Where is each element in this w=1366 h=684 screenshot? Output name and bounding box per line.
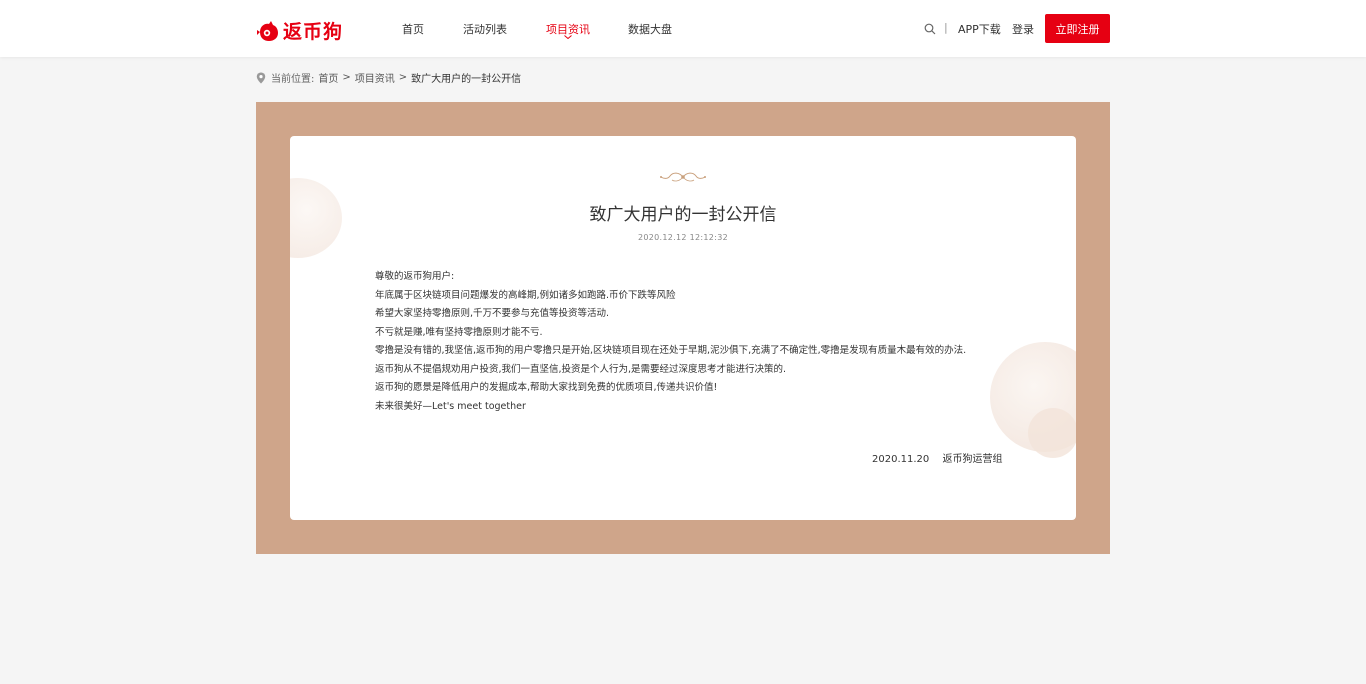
top-header: 返币狗 首页 活动列表 项目资讯 数据大盘 | APP下载 登录 立即注册 — [0, 0, 1366, 57]
article-paragraph: 不亏就是赚,唯有坚持零撸原则才能不亏. — [375, 326, 543, 338]
letter-card: 致广大用户的一封公开信 2020.12.12 12:12:32 尊敬的返币狗用户… — [290, 136, 1076, 520]
register-button[interactable]: 立即注册 — [1045, 14, 1110, 43]
article-paragraph: 尊敬的返币狗用户: — [375, 271, 455, 282]
breadcrumb-separator: > — [342, 72, 351, 83]
app-download-link[interactable]: APP下载 — [958, 21, 1001, 37]
nav-item-data-dashboard[interactable]: 数据大盘 — [628, 21, 672, 37]
nav-item-activities[interactable]: 活动列表 — [463, 21, 507, 37]
article-paragraph: 希望大家坚持零撸原则,千万不要参与充值等投资等活动. — [375, 308, 610, 319]
breadcrumb-home[interactable]: 首页 — [318, 70, 338, 85]
header-separator: | — [944, 21, 948, 34]
brand-logo[interactable]: 返币狗 — [256, 17, 343, 44]
nav-item-project-news[interactable]: 项目资讯 — [546, 21, 590, 39]
login-link[interactable]: 登录 — [1012, 21, 1034, 37]
breadcrumb-project-news[interactable]: 项目资讯 — [355, 70, 395, 85]
article-paragraph: 未来很美好—Let's meet together — [375, 400, 526, 412]
decorative-circle-right-small — [1028, 408, 1076, 458]
signature-date: 2020.11.20 — [872, 454, 930, 465]
flourish-ornament-icon — [660, 172, 706, 182]
search-icon[interactable] — [924, 23, 936, 35]
article-signature: 2020.11.20 返币狗运营组 — [872, 450, 1002, 465]
article-title: 致广大用户的一封公开信 — [589, 205, 777, 225]
breadcrumb-prefix: 当前位置: — [271, 74, 315, 85]
breadcrumb: 当前位置: 首页 > 项目资讯 > 致广大用户的一封公开信 — [256, 70, 521, 85]
article-body: 尊敬的返币狗用户: 年底属于区块链项目问题爆发的高峰期,例如诸多如跑路.币价下跌… — [375, 268, 1015, 416]
nav-item-home[interactable]: 首页 — [402, 21, 424, 37]
location-pin-icon — [256, 72, 266, 83]
article-paragraph: 零撸是没有错的,我坚信,返币狗的用户零撸只是开始,区块链项目现在还处于早期,泥沙… — [375, 345, 967, 356]
breadcrumb-current: 致广大用户的一封公开信 — [411, 74, 522, 85]
breadcrumb-separator: > — [398, 72, 408, 83]
signature-team: 返币狗运营组 — [942, 454, 1003, 465]
article-paragraph: 年底属于区块链项目问题爆发的高峰期,例如诸多如跑路.币价下跌等风险 — [375, 289, 676, 301]
dog-logo-icon — [257, 20, 278, 41]
article-datetime: 2020.12.12 12:12:32 — [638, 233, 728, 242]
active-tab-indicator-icon — [564, 35, 572, 39]
brand-name: 返币狗 — [283, 21, 344, 43]
article-paragraph: 返币狗从不提倡规劝用户投资,我们一直坚信,投资是个人行为,是需要经过深度思考才能… — [375, 363, 787, 375]
article-paragraph: 返币狗的愿景是降低用户的发掘成本,帮助大家找到免费的优质项目,传递共识价值! — [375, 382, 718, 393]
